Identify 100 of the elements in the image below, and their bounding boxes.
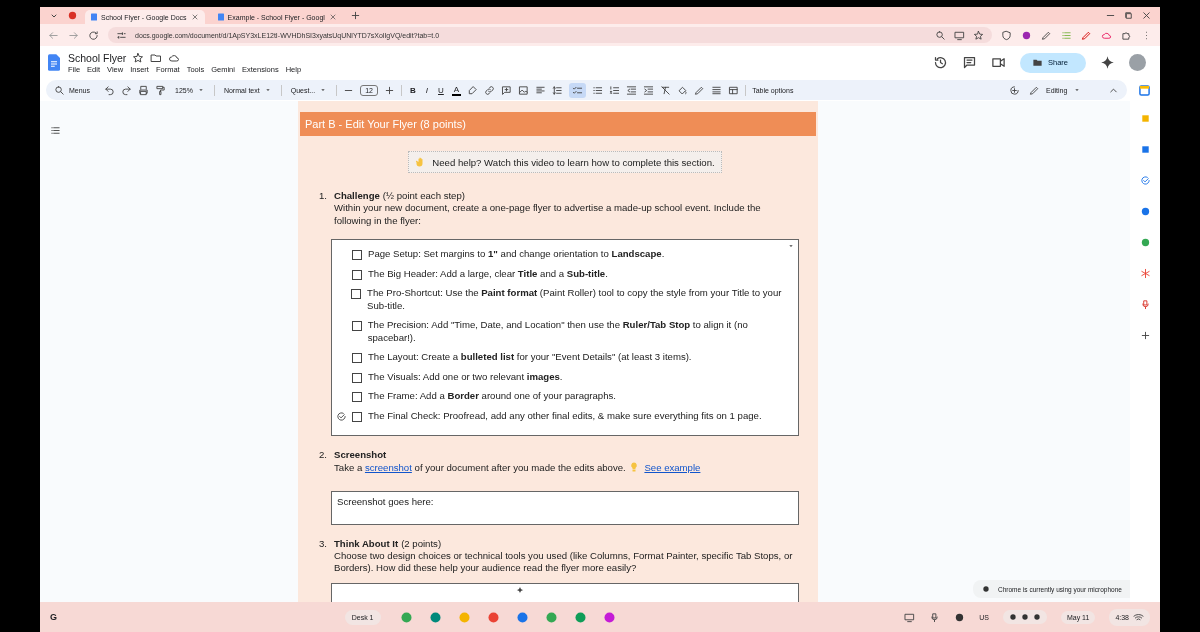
folder-icon[interactable] — [150, 51, 163, 64]
instruction-text: Choose two design choices or technical tools you used (like Columns, Format Painter, specific Tab Stops, or Borders). How did these help your audience read the flyer more easily? — [334, 549, 794, 575]
checklist-item: The Big Header: Add a large, clear Title and a Sub-title. — [368, 267, 608, 280]
highlighter-icon[interactable] — [467, 84, 479, 96]
history-icon[interactable] — [933, 55, 948, 70]
checklist-button[interactable] — [569, 82, 587, 98]
new-tab-icon[interactable] — [349, 10, 361, 21]
checklist-item: The Pro-Shortcut: Use the Paint format (Paint Roller) tool to copy the style from your Title to your Sub-title. — [367, 287, 783, 312]
reload-icon[interactable] — [88, 29, 99, 41]
underline-button[interactable]: U — [436, 85, 446, 95]
cast-icon[interactable] — [954, 29, 965, 41]
section-title: Screenshot — [334, 449, 387, 460]
points-note: (½ point each step) — [382, 190, 465, 201]
border-color-icon[interactable] — [694, 84, 706, 96]
checklist-item: The Final Check: Proofread, add any other final edits, & make sure everything fits on 1 page. — [368, 409, 762, 422]
clear-formatting-icon[interactable] — [660, 84, 672, 96]
add-comment-icon[interactable] — [501, 84, 513, 96]
help-text: Need help? Watch this video to learn how to complete this section. — [432, 156, 715, 168]
checkbox[interactable] — [351, 321, 362, 331]
list-number: 3. — [319, 537, 328, 551]
plus-icon[interactable] — [1139, 330, 1151, 341]
redo-icon[interactable] — [121, 84, 132, 96]
undo-icon[interactable] — [104, 84, 115, 96]
list-number: 2. — [319, 449, 328, 462]
avatar[interactable] — [1129, 54, 1146, 71]
link[interactable]: See example — [644, 462, 701, 473]
text-color-button[interactable]: A — [451, 84, 462, 96]
video-call-icon[interactable] — [991, 55, 1006, 70]
share-icon — [1032, 57, 1043, 68]
checkbox[interactable] — [352, 353, 362, 363]
assign-task-icon[interactable] — [336, 410, 347, 422]
microphone-icon[interactable] — [1139, 299, 1151, 310]
wifi-icon — [1133, 611, 1144, 623]
restore-icon[interactable] — [1123, 10, 1134, 21]
notification-icons-drawing[interactable] — [1002, 610, 1047, 624]
close-icon[interactable] — [1141, 10, 1152, 21]
pencil-icon — [1029, 84, 1040, 96]
section-title: Think About It — [334, 537, 399, 549]
link[interactable]: screenshot — [364, 462, 412, 473]
checklist-item: The Frame: Add a Border around one of your paragraphs. — [368, 390, 616, 403]
tasks-icon[interactable] — [1139, 175, 1151, 186]
search-icon — [54, 84, 65, 96]
checkbox[interactable] — [352, 250, 362, 260]
gemini-icon[interactable] — [1009, 84, 1020, 96]
border-width-icon[interactable] — [711, 84, 723, 96]
numbered-list-icon[interactable] — [609, 84, 621, 96]
link-icon[interactable] — [484, 84, 496, 96]
section-header: Part B - Edit Your Flyer (8 points) — [300, 112, 816, 136]
sparkle-icon[interactable] — [1100, 55, 1115, 70]
image-icon[interactable] — [518, 84, 530, 96]
bulleted-list-icon[interactable] — [592, 84, 604, 96]
decrease-indent-icon[interactable] — [626, 84, 638, 96]
instruction-text: Within your new document, create a one-page flyer to advertise a made-up school event. Include the following in the flyer: — [334, 202, 762, 227]
checkbox[interactable] — [352, 392, 362, 402]
docs-icon — [91, 13, 97, 21]
plus-icon[interactable] — [384, 84, 395, 96]
checkbox[interactable] — [352, 269, 362, 280]
table-border-icon[interactable] — [728, 84, 740, 96]
docs-icon — [217, 13, 224, 21]
pen-icon[interactable] — [1041, 29, 1052, 41]
checklist-item: Page Setup: Set margins to 1" and change orientation to Landscape. — [368, 248, 665, 261]
comment-icon[interactable] — [962, 55, 977, 70]
sparkle-icon[interactable] — [516, 586, 524, 594]
line-spacing-icon[interactable] — [552, 84, 564, 96]
launcher-button[interactable]: G — [50, 612, 57, 622]
site-settings-icon[interactable] — [116, 29, 127, 41]
increase-indent-icon[interactable] — [643, 84, 655, 96]
microphone-icon[interactable] — [929, 611, 941, 623]
checkbox[interactable] — [352, 411, 362, 422]
checkbox[interactable] — [351, 289, 362, 299]
star-icon[interactable] — [132, 51, 145, 64]
print-icon[interactable] — [138, 84, 149, 96]
italic-button[interactable]: I — [423, 85, 431, 95]
instruction-text: Take a screenshot of your document after you made the edits above. See example — [334, 461, 702, 475]
extensions-icon[interactable] — [1121, 29, 1132, 41]
bookmark-star-icon[interactable] — [973, 29, 984, 41]
status-icon[interactable] — [954, 611, 966, 623]
checklist-icon — [572, 84, 584, 96]
align-icon[interactable] — [535, 84, 547, 96]
bold-button[interactable]: B — [408, 85, 418, 95]
outline-icon[interactable] — [50, 125, 61, 136]
points-note: (2 points) — [401, 537, 442, 549]
document-title[interactable]: School Flyer — [68, 51, 127, 64]
recording-icon — [67, 10, 78, 21]
answer-box[interactable]: Screenshot goes here: — [331, 490, 799, 525]
section-title: Challenge — [334, 190, 380, 201]
close-icon[interactable] — [190, 13, 199, 21]
paint-format-icon[interactable] — [155, 84, 166, 96]
pen-icon[interactable] — [1081, 29, 1092, 41]
list-number: 1. — [319, 190, 328, 203]
checklist-item: The Layout: Create a bulleted list for your "Event Details" (at least 3 items). — [368, 351, 692, 364]
checkbox[interactable] — [352, 372, 362, 383]
fill-color-icon[interactable] — [677, 84, 689, 96]
docs-logo-icon[interactable] — [48, 54, 60, 71]
zoom-icon[interactable] — [935, 29, 946, 41]
asterisk-icon[interactable] — [1139, 268, 1151, 279]
checklist-item: The Precision: Add "Time, Date, and Location" then use the Ruler/Tab Stop to align it (no spacebar!). — [367, 319, 749, 344]
screen-capture-icon[interactable] — [904, 611, 916, 623]
close-icon[interactable] — [328, 13, 337, 21]
help-banner[interactable]: Need help? Watch this video to learn how to complete this section. — [408, 151, 722, 173]
